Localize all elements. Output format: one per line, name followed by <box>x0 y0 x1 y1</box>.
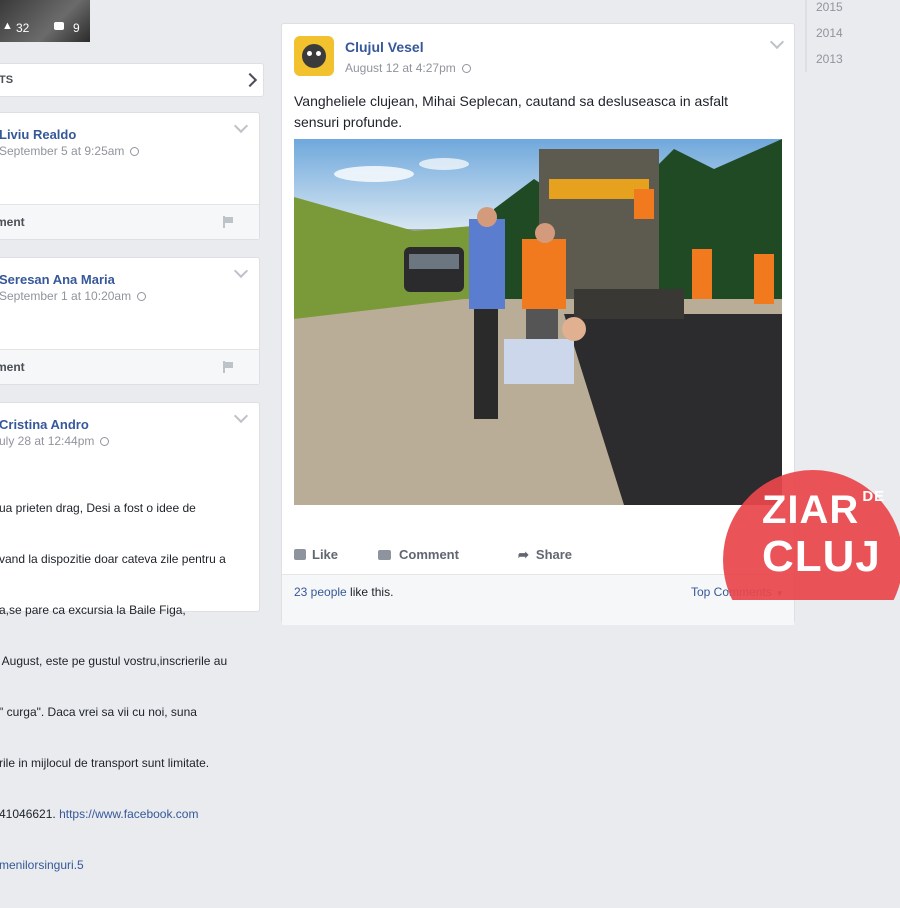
section-header[interactable]: TS <box>0 63 264 97</box>
section-title: TS <box>0 74 14 86</box>
thumbs-up-icon <box>294 549 306 560</box>
post-timestamp[interactable]: September 5 at 9:25am <box>0 144 140 158</box>
ziar-de-cluj-watermark: ZIAR DE CLUJ <box>720 470 900 600</box>
post-link-continued[interactable]: menilorsinguri.5 <box>0 857 257 874</box>
like-icon: ▲ <box>2 20 13 32</box>
likes-summary: 23 people like this. <box>294 585 393 599</box>
comment-bar: ment <box>0 204 259 239</box>
text-line: vand la dispozitie doar cateva zile pent… <box>0 552 226 566</box>
comment-link[interactable]: ment <box>0 215 25 229</box>
like-button[interactable]: Like <box>294 547 338 562</box>
post-text: ua prieten drag, Desi a fost o idee de v… <box>0 466 257 908</box>
post-text: Vangheliele clujean, Mihai Seplecan, cau… <box>294 93 729 130</box>
text-line: rile in mijlocul de transport sunt limit… <box>0 756 210 770</box>
share-button[interactable]: ➦ Share <box>518 547 572 563</box>
photo-thumbnail[interactable]: ▲ 32 9 <box>0 0 90 42</box>
page-name[interactable]: Clujul Vesel <box>345 39 424 55</box>
chevron-down-icon[interactable] <box>233 263 249 279</box>
post-link[interactable]: https://www.facebook.com <box>59 807 198 821</box>
post-actions: Like Comment ➦ Share <box>294 539 782 569</box>
watermark-line2: CLUJ <box>762 532 881 581</box>
post-photo[interactable] <box>294 139 782 505</box>
flag-icon[interactable] <box>222 361 234 373</box>
photo-comment-count: 9 <box>73 21 80 35</box>
post-timestamp[interactable]: uly 28 at 12:44pm <box>0 434 110 448</box>
post-timestamp[interactable]: September 1 at 10:20am <box>0 289 147 303</box>
text-line: a,se pare ca excursia la Baile Figa, <box>0 603 186 617</box>
globe-icon <box>130 147 140 156</box>
page-avatar[interactable] <box>294 36 334 76</box>
text-line: ua prieten drag, Desi a fost o idee de <box>0 501 196 515</box>
comment-icon <box>378 550 391 560</box>
year-link[interactable]: 2014 <box>816 26 843 40</box>
left-post-card: Seresan Ana Maria September 1 at 10:20am… <box>0 257 260 385</box>
likes-suffix: like this. <box>346 585 394 599</box>
left-post-card: Cristina Andro uly 28 at 12:44pm ua prie… <box>0 402 260 872</box>
chevron-right-icon[interactable] <box>242 72 258 88</box>
year-link[interactable]: 2015 <box>816 0 843 14</box>
globe-icon <box>461 64 471 73</box>
comment-button[interactable]: Comment <box>378 547 459 562</box>
post-author[interactable]: Cristina Andro <box>0 417 89 432</box>
text-line: " curga". Daca vrei sa vii cu noi, suna <box>0 705 197 719</box>
timeline-years: 2015 2014 2013 <box>805 0 900 72</box>
chevron-down-icon[interactable] <box>233 118 249 134</box>
text-line-with-link: 41046621. https://www.facebook.com <box>0 807 199 821</box>
comment-icon <box>54 22 64 30</box>
likes-count-link[interactable]: 23 people <box>294 585 347 599</box>
globe-icon <box>100 437 110 446</box>
main-post-card: Clujul Vesel August 12 at 4:27pm Vanghel… <box>281 23 795 625</box>
road-paving-photo <box>294 139 782 505</box>
year-link[interactable]: 2013 <box>816 52 843 66</box>
chevron-down-icon[interactable] <box>769 34 785 50</box>
left-column: ▲ 32 9 TS Liviu Realdo September 5 at 9:… <box>0 0 272 872</box>
flag-icon[interactable] <box>222 216 234 228</box>
chevron-down-icon[interactable] <box>233 408 249 424</box>
photo-like-count: 32 <box>16 21 30 35</box>
globe-icon <box>137 292 147 301</box>
text-line: August, este pe gustul vostru,inscrieril… <box>0 654 228 668</box>
comment-bar: ment <box>0 349 259 384</box>
left-post-card: Liviu Realdo September 5 at 9:25am ment <box>0 112 260 240</box>
post-timestamp[interactable]: August 12 at 4:27pm <box>345 61 471 75</box>
watermark-line1: ZIAR DE <box>762 488 886 532</box>
post-author[interactable]: Liviu Realdo <box>0 127 76 142</box>
post-author[interactable]: Seresan Ana Maria <box>0 272 115 287</box>
avatar-icon <box>302 44 326 68</box>
comment-link[interactable]: ment <box>0 360 25 374</box>
share-icon: ➦ <box>518 547 529 562</box>
